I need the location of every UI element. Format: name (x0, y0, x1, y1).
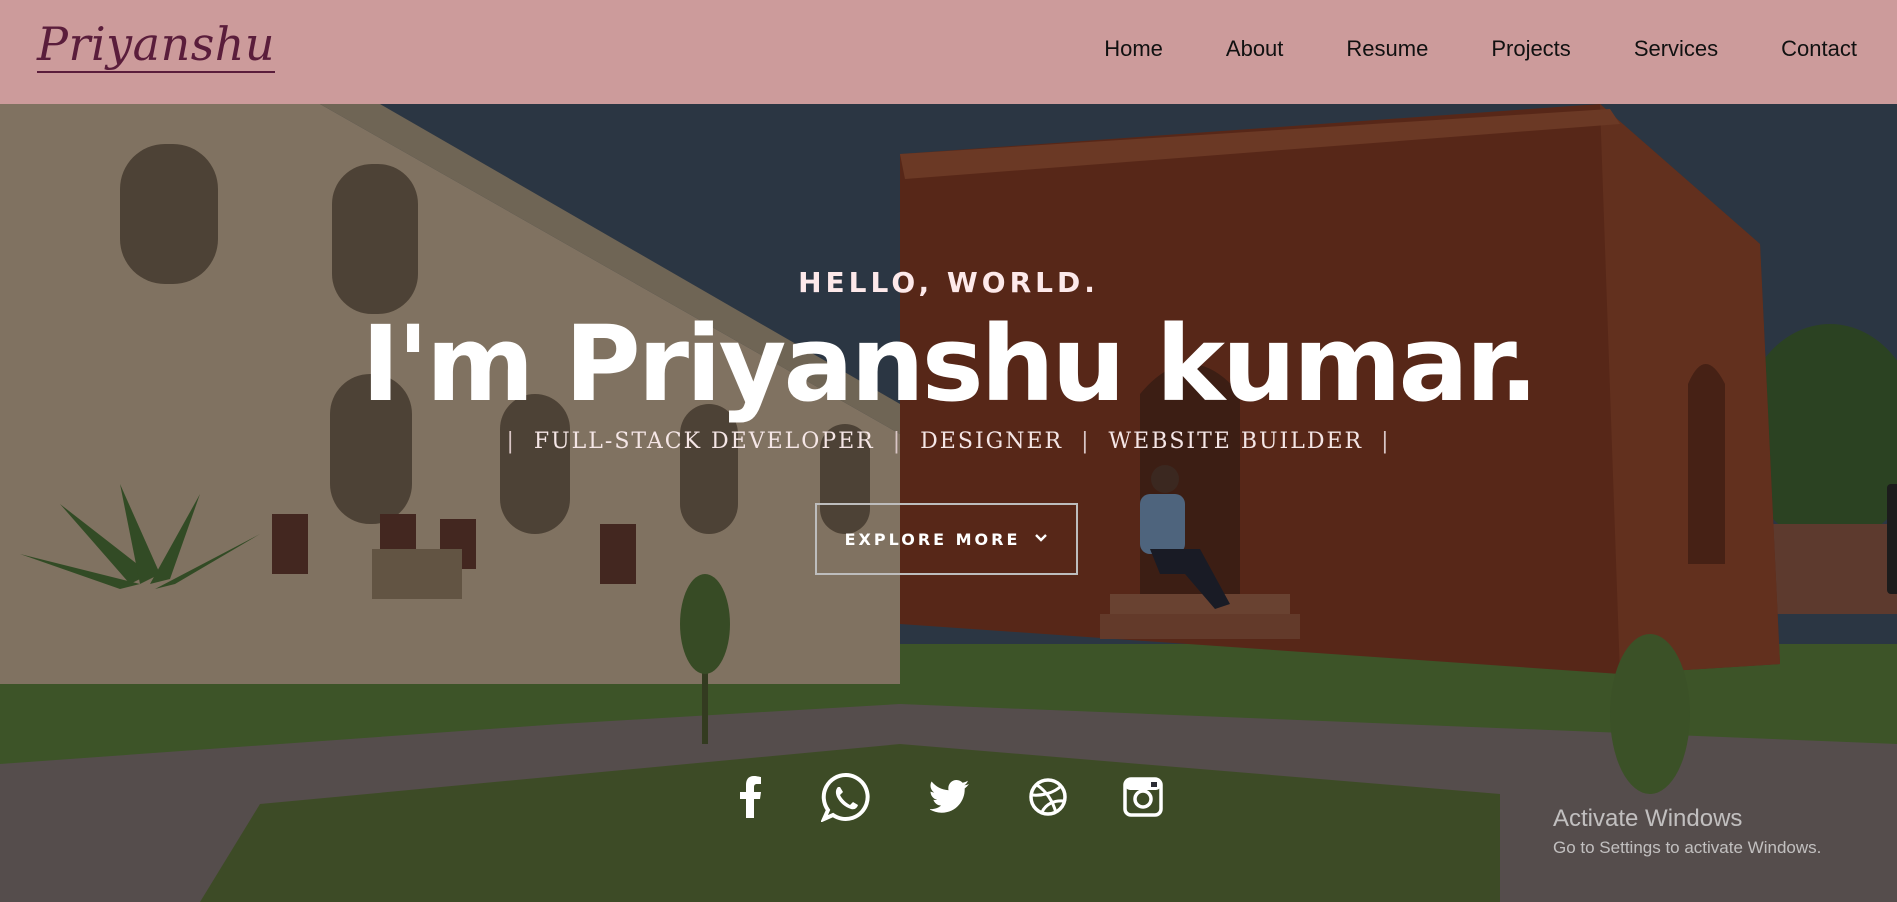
nav-contact[interactable]: Contact (1781, 34, 1857, 64)
activate-title: Activate Windows (1553, 805, 1743, 832)
nav-projects[interactable]: Projects (1491, 34, 1570, 64)
hero-headline: I'm Priyanshu kumar. (361, 303, 1538, 425)
roles-separator: | (506, 429, 516, 454)
activate-subtitle: Go to Settings to activate Windows. (1553, 838, 1822, 857)
hero-greeting: HELLO, WORLD. (798, 266, 1099, 299)
dribbble-icon[interactable] (1023, 772, 1073, 822)
site-header: Priyanshu Home About Resume Projects Ser… (0, 0, 1897, 104)
explore-more-button[interactable]: EXPLORE MORE (815, 503, 1078, 575)
role-website-builder: WEBSITE BUILDER (1108, 429, 1364, 454)
instagram-icon[interactable] (1118, 772, 1168, 822)
nav-services[interactable]: Services (1634, 34, 1718, 64)
nav-about[interactable]: About (1226, 34, 1284, 64)
nav-resume[interactable]: Resume (1346, 34, 1428, 64)
role-fullstack: FULL-STACK DEVELOPER (533, 429, 875, 454)
roles-separator: | (1381, 429, 1391, 454)
roles-separator: | (892, 429, 903, 454)
explore-more-label: EXPLORE MORE (844, 529, 1021, 549)
chevron-down-icon (1034, 531, 1048, 547)
hero-section: HELLO, WORLD. I'm Priyanshu kumar. | FULL… (0, 104, 1897, 902)
side-feedback-tab[interactable] (1887, 484, 1897, 594)
role-designer: DESIGNER (920, 429, 1064, 454)
roles-separator: | (1081, 429, 1091, 454)
facebook-icon[interactable] (725, 772, 775, 822)
nav-home[interactable]: Home (1104, 34, 1163, 64)
site-logo[interactable]: Priyanshu (37, 18, 276, 73)
windows-activation-watermark: Activate Windows Go to Settings to activ… (1553, 804, 1821, 860)
hero-roles: | FULL-STACK DEVELOPER | DESIGNER | WEBSITE B… (0, 429, 1897, 454)
main-nav: Home About Resume Projects Services Cont… (1041, 34, 1857, 64)
twitter-icon[interactable] (925, 772, 975, 822)
whatsapp-icon[interactable] (821, 772, 871, 822)
